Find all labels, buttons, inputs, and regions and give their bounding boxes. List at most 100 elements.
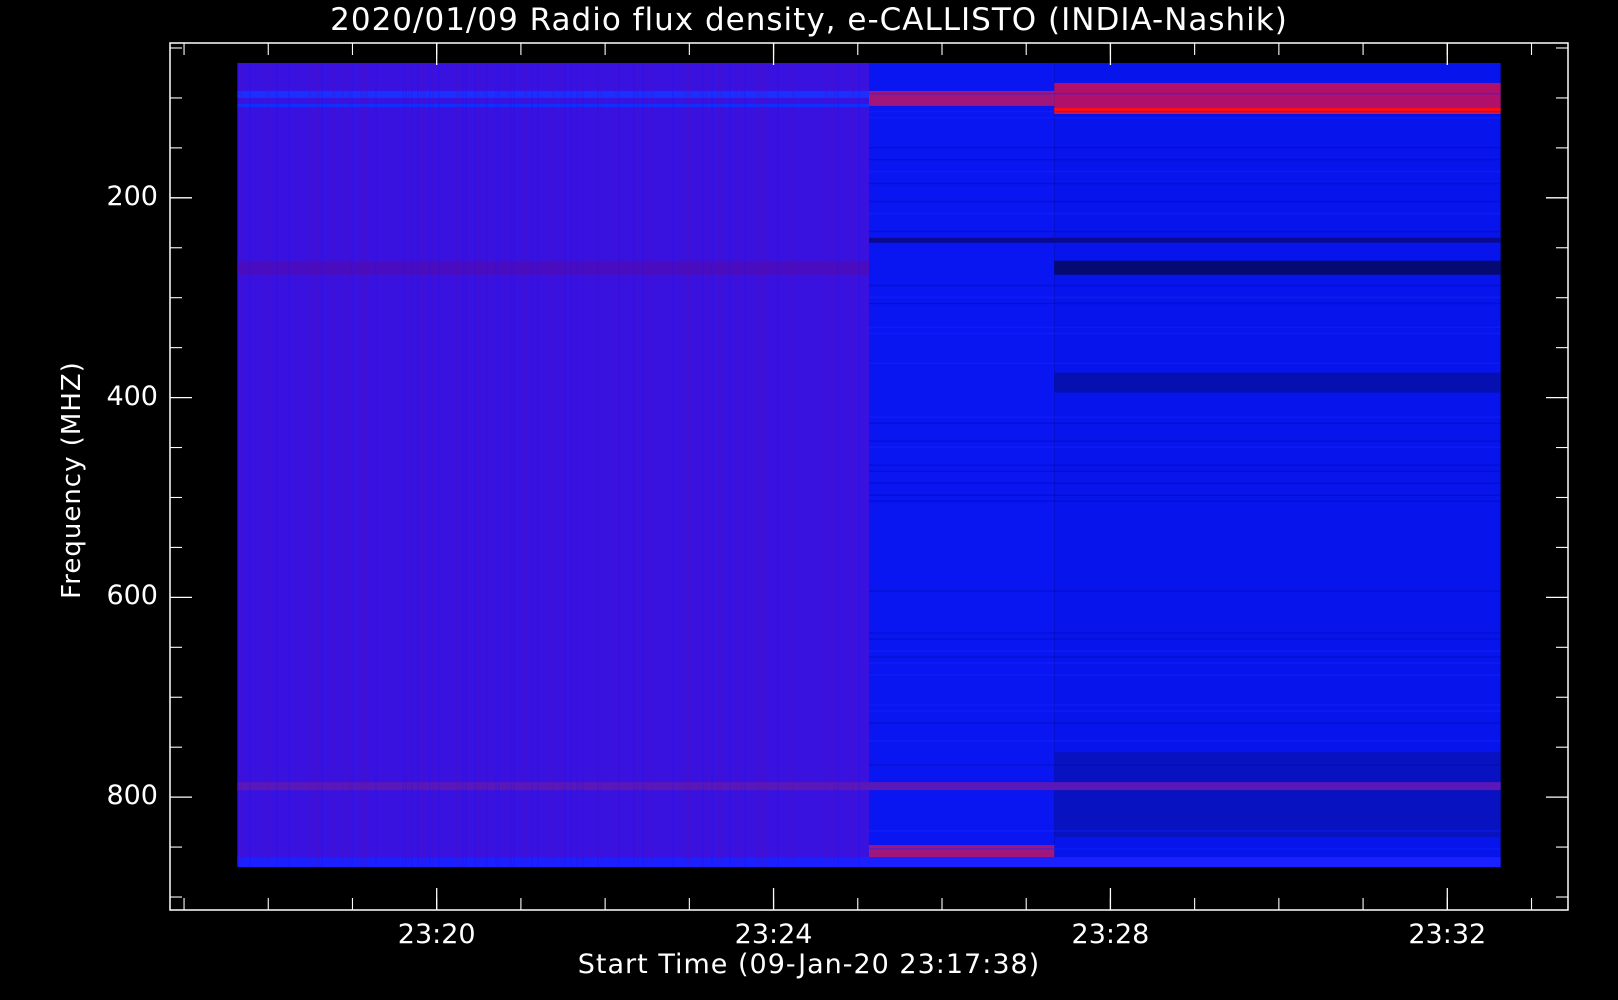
heatmap-band — [237, 857, 1501, 868]
texture-stripe — [615, 62, 617, 868]
texture-stripe — [537, 62, 539, 868]
texture-stripe — [582, 62, 584, 868]
texture-stripe — [474, 62, 476, 868]
texture-stripe — [690, 62, 692, 868]
heatmap-band — [869, 237, 1501, 243]
texture-stripe — [342, 62, 344, 868]
texture-stripe — [756, 62, 758, 868]
texture-line — [869, 464, 1501, 467]
texture-stripe — [777, 62, 779, 868]
texture-stripe — [276, 62, 278, 868]
texture-line — [869, 848, 1501, 850]
texture-stripe — [687, 62, 689, 868]
x-tick-label: 23:28 — [1071, 919, 1150, 950]
texture-stripe — [705, 62, 707, 868]
texture-line — [869, 116, 1501, 119]
texture-stripe — [702, 62, 704, 868]
texture-stripe — [240, 62, 242, 868]
heatmap-band — [1054, 372, 1501, 393]
texture-stripe — [633, 62, 635, 868]
texture-stripe — [759, 62, 761, 868]
texture-stripe — [852, 62, 854, 868]
texture-line — [869, 182, 1501, 185]
texture-line — [869, 632, 1501, 634]
y-tick-label: 400 — [106, 380, 158, 412]
texture-stripe — [486, 62, 488, 868]
texture-stripe — [318, 62, 320, 868]
texture-line — [869, 296, 1501, 299]
texture-stripe — [744, 62, 746, 868]
heatmap-band — [237, 782, 1501, 791]
texture-line — [869, 362, 1501, 365]
texture-stripe — [405, 62, 407, 868]
texture-line — [869, 638, 1501, 640]
texture-line — [869, 92, 1501, 95]
texture-line — [869, 416, 1501, 419]
y-tick-label: 800 — [106, 780, 158, 812]
texture-stripe — [618, 62, 620, 868]
texture-stripe — [267, 62, 269, 868]
texture-line — [869, 482, 1501, 484]
texture-line — [869, 650, 1501, 652]
texture-stripe — [507, 62, 509, 868]
texture-line — [869, 284, 1501, 287]
texture-stripe — [429, 62, 431, 868]
texture-line — [869, 674, 1501, 676]
y-axis-label: Frequency (MHZ) — [57, 361, 87, 599]
texture-stripe — [600, 62, 602, 868]
x-tick-label: 23:24 — [734, 919, 813, 950]
texture-stripe — [651, 62, 653, 868]
texture-line — [869, 212, 1501, 215]
texture-stripe — [366, 62, 368, 868]
texture-stripe — [720, 62, 722, 868]
texture-stripe — [525, 62, 527, 868]
texture-stripe — [423, 62, 425, 868]
texture-stripe — [837, 62, 839, 868]
texture-stripe — [438, 62, 440, 868]
x-axis-label: Start Time (09-Jan-20 23:17:38) — [577, 949, 1041, 980]
texture-stripe — [408, 62, 410, 868]
texture-stripe — [699, 62, 701, 868]
x-tick-label: 23:20 — [397, 919, 476, 950]
texture-stripe — [360, 62, 362, 868]
texture-line — [869, 656, 1501, 658]
texture-line — [869, 230, 1501, 233]
texture-line — [869, 440, 1501, 443]
texture-stripe — [576, 62, 578, 868]
texture-stripe — [495, 62, 497, 868]
texture-stripe — [735, 62, 737, 868]
heatmap-band — [1054, 260, 1501, 275]
texture-stripe — [531, 62, 533, 868]
texture-stripe — [636, 62, 638, 868]
texture-line — [869, 710, 1501, 712]
y-tick-label: 200 — [106, 180, 158, 212]
texture-stripe — [351, 62, 353, 868]
texture-stripe — [513, 62, 515, 868]
texture-line — [869, 326, 1501, 329]
texture-line — [869, 704, 1501, 706]
texture-stripe — [288, 62, 290, 868]
texture-stripe — [456, 62, 458, 868]
texture-line — [869, 332, 1501, 335]
texture-line — [869, 470, 1501, 473]
texture-stripe — [375, 62, 377, 868]
texture-stripe — [411, 62, 413, 868]
texture-stripe — [579, 62, 581, 868]
texture-stripe — [597, 62, 599, 868]
y-tick-label: 600 — [106, 580, 158, 612]
texture-line — [869, 422, 1501, 425]
texture-stripe — [711, 62, 713, 868]
texture-stripe — [858, 62, 860, 868]
texture-stripe — [834, 62, 836, 868]
texture-stripe — [363, 62, 365, 868]
texture-stripe — [642, 62, 644, 868]
texture-stripe — [462, 62, 464, 868]
texture-line — [869, 830, 1501, 832]
texture-stripe — [315, 62, 317, 868]
texture-line — [869, 722, 1501, 724]
texture-line — [869, 302, 1501, 305]
texture-stripe — [417, 62, 419, 868]
texture-line — [869, 494, 1501, 496]
texture-stripe — [432, 62, 434, 868]
texture-line — [869, 200, 1501, 203]
